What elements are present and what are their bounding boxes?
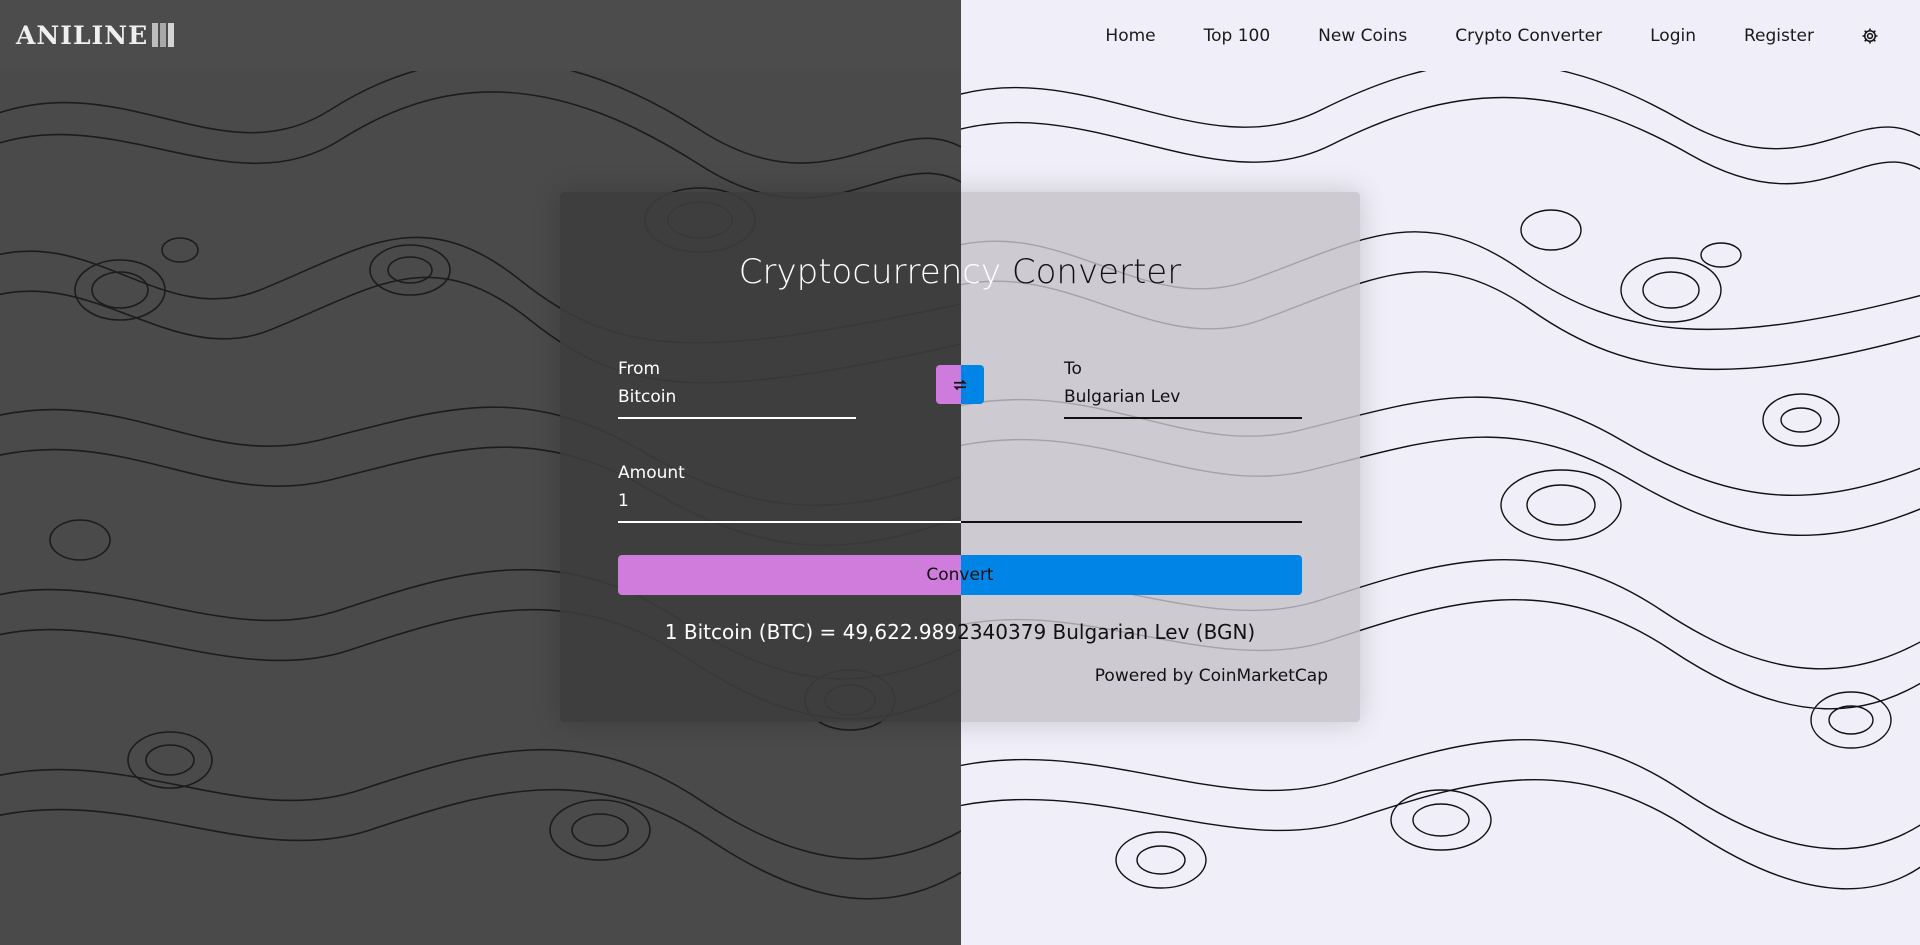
amount-label: Amount (618, 463, 685, 483)
from-underline (618, 417, 856, 419)
brand-bars-icon (152, 23, 175, 47)
from-field[interactable]: From Bitcoin (618, 359, 856, 419)
nav-login[interactable]: Login (1650, 26, 1696, 46)
converter-title-right: Converter (1001, 252, 1182, 292)
amount-field[interactable]: Amount 1 (618, 463, 1302, 523)
result-right: 2340379 Bulgarian Lev (BGN) (957, 620, 1256, 644)
to-select[interactable]: Bulgarian Lev (1064, 387, 1302, 417)
from-label: From (618, 359, 661, 379)
amount-input[interactable]: 1 (618, 491, 1302, 521)
converter-title-left: Cryptocurrency (738, 252, 1002, 292)
from-select[interactable]: Bitcoin (618, 387, 856, 417)
nav-top-100[interactable]: Top 100 (1204, 26, 1271, 46)
to-underline (1064, 417, 1302, 419)
brand-logo[interactable]: ANILINE (16, 20, 175, 50)
nav-home[interactable]: Home (1105, 26, 1155, 46)
swap-button[interactable] (936, 365, 984, 404)
main-nav: Home Top 100 New Coins Crypto Converter … (1105, 0, 1920, 71)
swap-arrows-icon (953, 379, 967, 391)
nav-crypto-converter[interactable]: Crypto Converter (1455, 26, 1602, 46)
convert-button[interactable]: Convert (618, 555, 1302, 595)
gear-icon[interactable] (1860, 26, 1880, 46)
convert-button-label: Convert (926, 565, 994, 585)
conversion-result: 1 Bitcoin (BTC) = 49,622.9892340379 Bulg… (560, 620, 1360, 644)
powered-by[interactable]: Powered by CoinMarketCap (1095, 666, 1328, 686)
nav-new-coins[interactable]: New Coins (1318, 26, 1407, 46)
nav-register[interactable]: Register (1744, 26, 1814, 46)
amount-underline (618, 521, 1302, 523)
converter-card: Cryptocurrency Converter From Bitcoin To… (560, 192, 1360, 722)
brand-name: ANILINE (16, 20, 149, 50)
to-field[interactable]: To Bulgarian Lev (1064, 359, 1302, 419)
converter-title: Cryptocurrency Converter (560, 252, 1360, 292)
to-label: To (1064, 359, 1082, 379)
result-left: 1 Bitcoin (BTC) = 49,622.989 (664, 620, 958, 644)
